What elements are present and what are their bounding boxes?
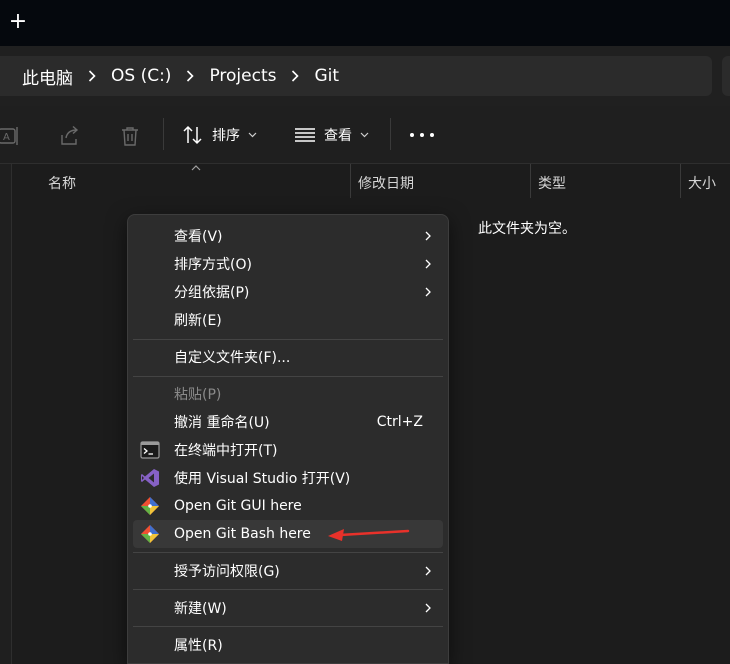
- chevron-right-icon: [425, 259, 431, 269]
- menu-item-paste: 粘贴(P): [174, 387, 222, 403]
- menu-separator: [133, 339, 443, 340]
- sort-caret-icon: [191, 165, 201, 171]
- breadcrumb-git[interactable]: Git: [314, 66, 339, 86]
- menu-item-undo-rename[interactable]: 撤消 重命名(U) Ctrl+Z: [133, 408, 443, 436]
- sort-button[interactable]: 排序: [182, 122, 257, 148]
- breadcrumb-os-c[interactable]: OS (C:): [111, 66, 171, 86]
- chevron-down-icon: [248, 132, 257, 138]
- column-size[interactable]: 大小: [688, 173, 716, 193]
- column-name[interactable]: 名称: [48, 173, 76, 193]
- visual-studio-icon: [140, 468, 160, 488]
- menu-item-open-git-gui[interactable]: Open Git GUI here: [133, 492, 443, 520]
- chevron-right-icon: [425, 231, 431, 241]
- breadcrumb-projects[interactable]: Projects: [209, 66, 276, 86]
- terminal-icon: [140, 440, 160, 460]
- column-header-row: 名称 修改日期 类型 大小: [0, 164, 730, 198]
- git-icon: [140, 496, 160, 516]
- chevron-right-icon: [425, 566, 431, 576]
- address-bar-area: 此电脑 OS (C:) Projects Git: [0, 46, 730, 106]
- menu-item-customize-folder[interactable]: 自定义文件夹(F)...: [133, 343, 443, 371]
- toolbar-divider: [163, 118, 164, 150]
- chevron-right-icon: [425, 287, 431, 297]
- menu-item-open-with-visual-studio[interactable]: 使用 Visual Studio 打开(V): [133, 464, 443, 492]
- navigation-pane-edge: [0, 164, 12, 664]
- chevron-right-icon: [171, 70, 209, 82]
- menu-separator: [133, 376, 443, 377]
- title-bar: +: [0, 0, 730, 46]
- menu-item-new[interactable]: 新建(W): [133, 594, 443, 622]
- menu-separator: [133, 626, 443, 627]
- breadcrumb-this-pc[interactable]: 此电脑: [22, 64, 73, 89]
- chevron-right-icon: [425, 603, 431, 613]
- address-bar[interactable]: 此电脑 OS (C:) Projects Git: [0, 56, 712, 96]
- git-icon: [140, 524, 160, 544]
- sort-icon: [183, 125, 202, 145]
- command-bar: A 排序 查看: [0, 106, 730, 164]
- annotation-arrow-icon: [328, 529, 410, 541]
- more-dot: [410, 133, 414, 137]
- view-button[interactable]: 查看: [294, 122, 369, 148]
- more-dot: [420, 133, 424, 137]
- shortcut-label: Ctrl+Z: [376, 414, 423, 430]
- search-box[interactable]: [722, 56, 730, 96]
- rename-icon[interactable]: A: [0, 125, 20, 147]
- view-list-icon: [295, 128, 315, 142]
- column-modified[interactable]: 修改日期: [358, 173, 414, 193]
- view-label: 查看: [324, 128, 352, 144]
- column-divider[interactable]: [350, 164, 351, 198]
- delete-icon[interactable]: [119, 125, 141, 147]
- chevron-right-icon: [276, 70, 314, 82]
- menu-separator: [133, 589, 443, 590]
- column-type[interactable]: 类型: [538, 173, 566, 193]
- new-tab-button[interactable]: +: [8, 11, 28, 33]
- svg-text:A: A: [3, 132, 10, 143]
- menu-item-sort-by[interactable]: 排序方式(O): [133, 250, 443, 278]
- chevron-right-icon: [73, 70, 111, 82]
- context-menu: 查看(V) 排序方式(O) 分组依据(P) 刷新(E) 自定义文件夹(F)...…: [127, 214, 449, 664]
- menu-item-open-in-terminal[interactable]: 在终端中打开(T): [133, 436, 443, 464]
- chevron-down-icon: [360, 132, 369, 138]
- sort-label: 排序: [212, 128, 240, 144]
- menu-item-give-access[interactable]: 授予访问权限(G): [133, 557, 443, 585]
- menu-item-refresh[interactable]: 刷新(E): [133, 306, 443, 334]
- menu-separator: [133, 552, 443, 553]
- menu-item-view[interactable]: 查看(V): [133, 222, 443, 250]
- empty-folder-message: 此文件夹为空。: [478, 221, 576, 237]
- toolbar-divider: [390, 118, 391, 150]
- menu-item-group-by[interactable]: 分组依据(P): [133, 278, 443, 306]
- menu-item-properties[interactable]: 属性(R): [133, 631, 443, 659]
- column-divider[interactable]: [680, 164, 681, 198]
- column-divider[interactable]: [530, 164, 531, 198]
- more-options-button[interactable]: [410, 124, 434, 146]
- more-dot: [430, 133, 434, 137]
- share-icon[interactable]: [59, 125, 81, 147]
